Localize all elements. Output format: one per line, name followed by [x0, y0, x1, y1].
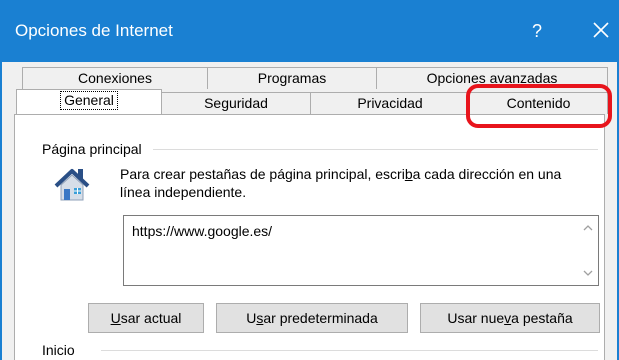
tab-label: Conexiones: [78, 70, 152, 86]
use-new-tab-button[interactable]: Usar nueva pestaña: [420, 303, 600, 333]
tab-label: Programas: [257, 70, 327, 86]
close-icon: [593, 22, 609, 38]
button-mnemonic: U: [110, 310, 121, 326]
tab-label: Seguridad: [204, 95, 268, 111]
window-title: Opciones de Internet: [15, 21, 173, 40]
general-tab-panel: Página principal Para crear pestañas de …: [14, 114, 605, 360]
tab-general[interactable]: General: [16, 89, 162, 114]
home-page-url-input[interactable]: https://www.google.es/: [123, 215, 599, 286]
tab-seguridad[interactable]: Seguridad: [161, 92, 311, 114]
button-label-rest: sar actual: [120, 310, 182, 326]
title-bar[interactable]: Opciones de Internet ?: [0, 0, 619, 62]
divider: [153, 149, 598, 150]
chevron-down-icon: [583, 270, 593, 276]
description-text: Para crear pestañas de página principal,…: [120, 166, 405, 182]
internet-options-window: Opciones de Internet ? Conexiones Progra…: [0, 0, 619, 360]
chevron-up-icon: [583, 225, 593, 231]
house-icon: [51, 163, 93, 205]
tab-label: Opciones avanzadas: [426, 70, 558, 86]
button-label-rest: a pestaña: [511, 310, 573, 326]
scroll-up-button[interactable]: [580, 220, 596, 236]
use-current-button[interactable]: Usar actual: [88, 303, 204, 333]
tab-opciones-avanzadas[interactable]: Opciones avanzadas: [376, 67, 608, 89]
home-page-url-value: https://www.google.es/: [132, 223, 273, 239]
close-button[interactable]: [588, 17, 614, 43]
tab-label: Privacidad: [357, 95, 423, 111]
startup-group-title: Inicio: [42, 341, 83, 359]
home-page-description: Para crear pestañas de página principal,…: [120, 165, 590, 201]
button-label: Usar nue: [447, 310, 505, 326]
tab-privacidad[interactable]: Privacidad: [310, 92, 470, 114]
tab-programas[interactable]: Programas: [207, 67, 377, 89]
home-page-group-title: Página principal: [42, 140, 150, 158]
help-button[interactable]: ?: [524, 18, 550, 44]
use-default-button[interactable]: Usar predeterminada: [216, 303, 408, 333]
scroll-down-button[interactable]: [580, 265, 596, 281]
button-label: U: [246, 310, 257, 326]
tab-conexiones[interactable]: Conexiones: [22, 67, 208, 89]
button-label-rest: ar predeterminada: [263, 310, 378, 326]
tab-label: General: [60, 91, 118, 110]
tab-contenido[interactable]: Contenido: [469, 92, 608, 114]
description-mnemonic: b: [404, 166, 413, 182]
tab-label: Contenido: [506, 95, 571, 111]
divider: [101, 350, 598, 351]
